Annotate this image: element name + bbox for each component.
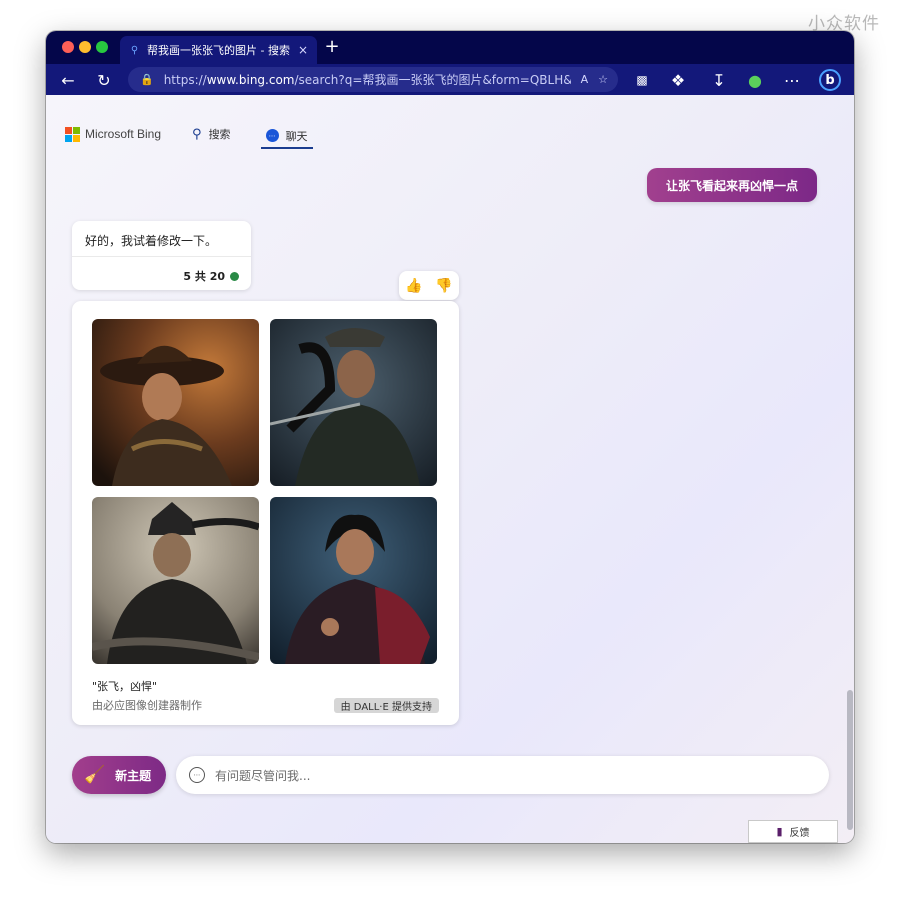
bot-message-text: 好的，我试着修改一下。: [85, 234, 218, 248]
generated-image-2[interactable]: [270, 319, 437, 486]
broom-icon: 🧹: [84, 765, 106, 785]
address-bar[interactable]: 🔒 https://www.bing.com/search?q=帮我画一张张飞的…: [128, 67, 618, 92]
refresh-icon[interactable]: ↻: [93, 69, 115, 91]
feedback-button[interactable]: ▮ 反馈: [748, 820, 838, 843]
tab-search[interactable]: ⚲ 搜索: [192, 122, 231, 146]
bing-icon[interactable]: b: [819, 69, 841, 91]
generated-image-3[interactable]: [92, 497, 259, 664]
scrollbar[interactable]: [847, 690, 853, 830]
tab-bar: ⚲ 帮我画一张张飞的图片 - 搜索 × +: [46, 31, 854, 64]
dalle-badge: 由 DALL·E 提供支持: [333, 698, 439, 713]
thumbs-down-icon[interactable]: 👎: [435, 278, 452, 294]
browser-tab[interactable]: ⚲ 帮我画一张张飞的图片 - 搜索 ×: [120, 36, 317, 64]
browser-window: ⚲ 帮我画一张张飞的图片 - 搜索 × + ← ↻ 🔒 https://www.…: [46, 31, 854, 843]
divider: [72, 256, 251, 257]
download-icon[interactable]: ↧: [708, 69, 730, 91]
new-tab-button[interactable]: +: [323, 38, 341, 56]
brand-name[interactable]: Microsoft Bing: [85, 127, 161, 141]
image-creator-credit[interactable]: 由必应图像创建器制作: [92, 697, 202, 713]
minimize-window-button[interactable]: [79, 41, 91, 53]
search-icon: ⚲: [130, 44, 139, 56]
status-dot-icon: [230, 271, 239, 281]
image-caption: "张飞，凶悍": [92, 680, 158, 693]
new-topic-button[interactable]: 🧹 新主题: [72, 756, 166, 794]
maximize-window-button[interactable]: [96, 41, 108, 53]
close-window-button[interactable]: [62, 41, 74, 53]
generated-image-1[interactable]: [92, 319, 259, 486]
tab-chat[interactable]: ⋯ 聊天: [260, 120, 313, 149]
chat-bubble-icon: ⋯: [189, 767, 205, 783]
extension-icon[interactable]: ▩: [631, 69, 653, 91]
generated-image-4[interactable]: [270, 497, 437, 664]
thumbs-up-icon[interactable]: 👍: [405, 278, 422, 294]
back-icon[interactable]: ←: [57, 69, 79, 91]
favorites-icon[interactable]: ☆: [598, 73, 608, 86]
user-message: 让张飞看起来再凶悍一点: [647, 168, 817, 202]
chat-icon: ⋯: [265, 129, 279, 142]
chat-input[interactable]: ⋯ 有问题尽管问我...: [176, 756, 829, 794]
feedback-icon: ▮: [776, 825, 783, 838]
search-icon: ⚲: [192, 126, 202, 142]
puzzle-icon[interactable]: ❖: [667, 69, 689, 91]
close-tab-icon[interactable]: ×: [298, 43, 308, 57]
bot-message: 好的，我试着修改一下。 5 共 20: [72, 221, 251, 290]
more-icon[interactable]: ⋯: [781, 69, 803, 91]
microsoft-logo-icon[interactable]: [65, 126, 80, 142]
turn-counter: 5 共 20: [183, 268, 239, 284]
page-content: Microsoft Bing ⚲ 搜索 ⋯ 聊天 让张飞看起来再凶悍一点 好的，…: [46, 95, 854, 843]
bing-header: Microsoft Bing ⚲ 搜索 ⋯ 聊天: [65, 120, 348, 149]
address-url: https://www.bing.com/search?q=帮我画一张张飞的图片…: [163, 73, 571, 87]
chat-input-placeholder: 有问题尽管问我...: [215, 768, 311, 783]
browser-toolbar: ← ↻ 🔒 https://www.bing.com/search?q=帮我画一…: [46, 64, 854, 95]
tab-title: 帮我画一张张飞的图片 - 搜索: [147, 44, 290, 57]
lock-icon[interactable]: 🔒: [140, 73, 154, 86]
image-result-card: "张飞，凶悍" 由必应图像创建器制作 由 DALL·E 提供支持: [72, 301, 459, 725]
message-feedback: 👍 👎: [399, 271, 459, 300]
profile-icon[interactable]: ●: [744, 69, 766, 91]
read-aloud-icon[interactable]: A: [581, 73, 589, 86]
